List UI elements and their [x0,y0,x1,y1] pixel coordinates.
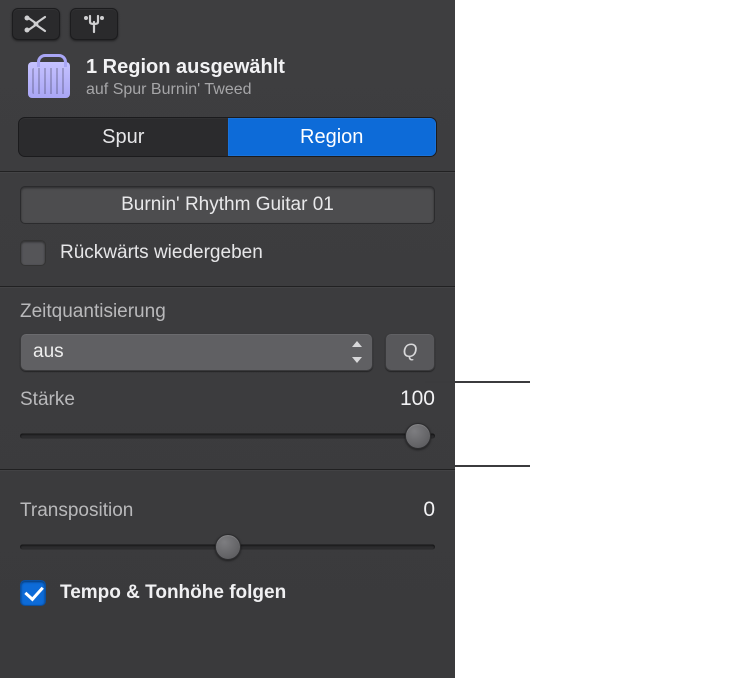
slider-thumb[interactable] [215,534,241,560]
quantize-section-label: Zeitquantisierung [20,301,435,323]
strength-slider[interactable] [20,421,435,451]
strength-value[interactable]: 100 [400,387,435,411]
region-type-icon [28,62,70,98]
callout-leader [425,465,530,467]
quantize-popup[interactable]: aus [20,333,373,371]
tuning-fork-button[interactable] [70,8,118,40]
reverse-label: Rückwärts wiedergeben [60,242,263,264]
transpose-label: Transposition [20,500,133,522]
selection-subtitle: auf Spur Burnin' Tweed [86,81,285,99]
callout-leader [425,381,530,383]
chevron-up-down-icon [350,341,362,363]
follow-tempo-pitch-checkbox[interactable] [20,580,46,606]
slider-thumb[interactable] [405,423,431,449]
tuning-fork-icon [83,14,105,34]
track-region-segmented-control[interactable]: Spur Region [18,117,437,157]
follow-tempo-pitch-label: Tempo & Tonhöhe folgen [60,582,286,604]
reverse-checkbox[interactable] [20,240,46,266]
quantize-popup-value: aus [33,341,64,363]
strength-label: Stärke [20,389,75,411]
transpose-value[interactable]: 0 [423,498,435,522]
transpose-slider[interactable] [20,532,435,562]
region-name-field[interactable]: Burnin' Rhythm Guitar 01 [20,186,435,224]
scissors-tool-button[interactable] [12,8,60,40]
selection-title: 1 Region ausgewählt [86,56,285,79]
tab-track[interactable]: Spur [19,118,228,156]
slider-track [20,434,435,439]
scissors-icon [23,15,49,33]
tab-region[interactable]: Region [228,118,437,156]
quantize-apply-button[interactable]: Q [385,333,435,371]
